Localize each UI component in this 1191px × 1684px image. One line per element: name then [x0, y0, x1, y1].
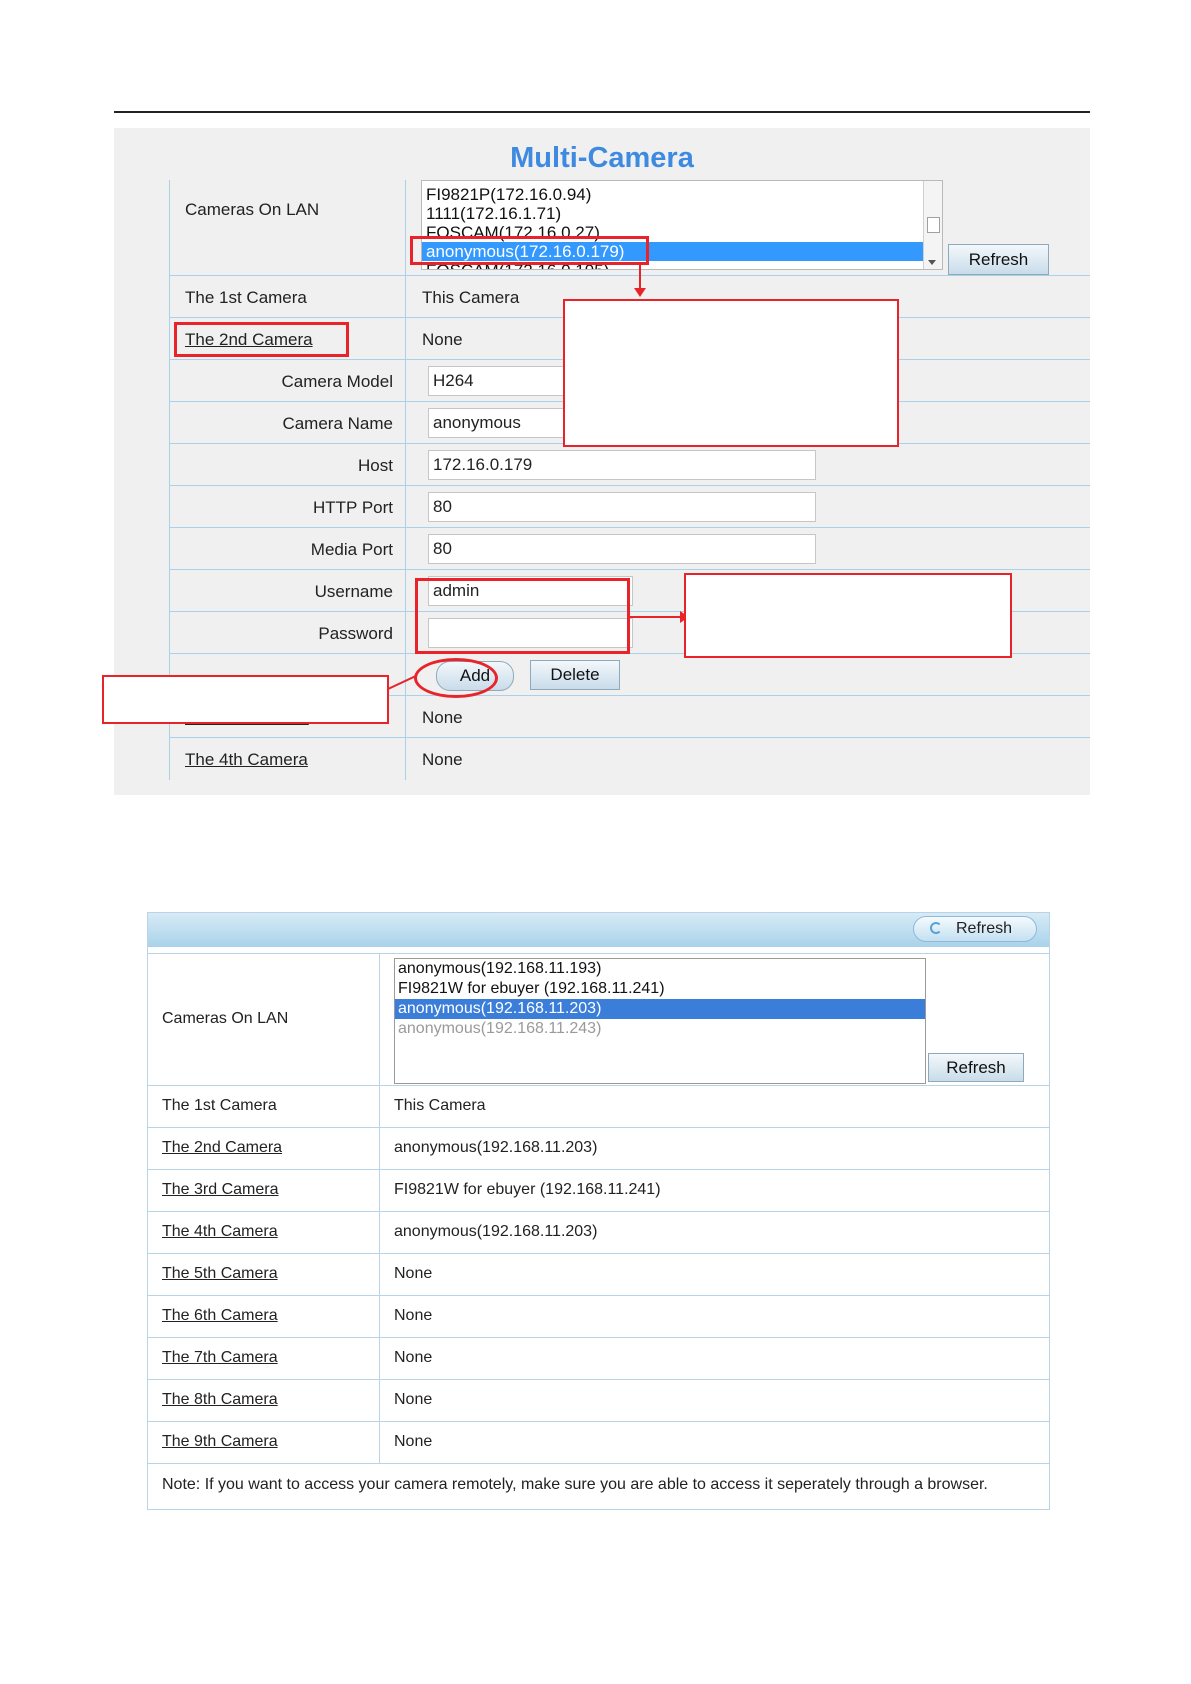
- table-row: The 3rd Camera FI9821W for ebuyer (192.16…: [148, 1170, 1049, 1212]
- page-top-rule: [114, 111, 1090, 113]
- camera-value: None: [394, 1349, 433, 1366]
- media-port-row: Media Port: [170, 528, 1090, 570]
- fourth-camera-value: None: [422, 750, 463, 769]
- camera-value: None: [394, 1391, 433, 1408]
- host-label: Host: [358, 456, 393, 475]
- refresh-button-2[interactable]: Refresh: [928, 1053, 1024, 1082]
- table-row: The 8th Camera None: [148, 1380, 1049, 1422]
- delete-button[interactable]: Delete: [530, 660, 620, 690]
- refresh-button[interactable]: Refresh: [948, 244, 1049, 275]
- camera-list-table: Cameras On LAN anonymous(192.168.11.193)…: [148, 953, 1049, 1506]
- camera-link[interactable]: The 6th Camera: [162, 1307, 278, 1325]
- media-port-input[interactable]: [428, 534, 816, 564]
- panel-header: Refresh: [148, 913, 1049, 947]
- camera-link[interactable]: The 8th Camera: [162, 1391, 278, 1409]
- first-camera-value: This Camera: [422, 288, 520, 307]
- third-camera-value: None: [422, 708, 463, 727]
- listbox-scrollbar[interactable]: [923, 181, 942, 269]
- lan-option[interactable]: 1111(172.16.1.71): [422, 204, 924, 223]
- multi-camera-result-panel: Refresh Cameras On LAN anonymous(192.168…: [147, 912, 1050, 1510]
- second-camera-highlight: [174, 322, 349, 357]
- camera-value: This Camera: [394, 1097, 486, 1114]
- username-label: Username: [314, 582, 393, 601]
- add-button-highlight: [414, 658, 498, 698]
- cameras-on-lan-label-2: Cameras On LAN: [162, 1010, 289, 1027]
- lan-option[interactable]: FI9821P(172.16.0.94): [422, 185, 924, 204]
- camera-value: None: [394, 1433, 433, 1450]
- camera-link[interactable]: The 5th Camera: [162, 1265, 278, 1283]
- callout-box-credentials: [684, 573, 1012, 658]
- http-port-input[interactable]: [428, 492, 816, 522]
- scroll-down-arrow-icon[interactable]: [928, 260, 936, 265]
- camera-value: FI9821W for ebuyer (192.168.11.241): [394, 1181, 661, 1198]
- refresh-icon: [930, 922, 942, 934]
- credentials-highlight: [415, 578, 630, 654]
- table-row: The 4th Camera anonymous(192.168.11.203): [148, 1212, 1049, 1254]
- host-input[interactable]: [428, 450, 816, 480]
- cameras-on-lan-label: Cameras On LAN: [185, 200, 320, 219]
- camera-value: None: [394, 1307, 433, 1324]
- fourth-camera-row: The 4th Camera None: [170, 738, 1090, 780]
- second-camera-value: None: [422, 330, 463, 349]
- lan-option[interactable]: anonymous(192.168.11.193): [395, 959, 925, 979]
- media-port-label: Media Port: [310, 540, 393, 559]
- camera-link[interactable]: The 9th Camera: [162, 1433, 278, 1451]
- camera-rows: The 1st Camera This Camera The 2nd Camera a…: [148, 1086, 1049, 1464]
- callout-box-camera-info: [563, 299, 899, 447]
- table-row: The 7th Camera None: [148, 1338, 1049, 1380]
- table-row: The 1st Camera This Camera: [148, 1086, 1049, 1128]
- camera-value: anonymous(192.168.11.203): [394, 1139, 598, 1156]
- first-camera-label: The 1st Camera: [185, 288, 307, 307]
- table-row: The 6th Camera None: [148, 1296, 1049, 1338]
- camera-label: The 1st Camera: [162, 1097, 277, 1114]
- host-row: Host: [170, 444, 1090, 486]
- table-row: The 9th Camera None: [148, 1422, 1049, 1464]
- note-text: Note: If you want to access your camera …: [162, 1476, 988, 1493]
- http-port-label: HTTP Port: [313, 498, 393, 517]
- refresh-top-button[interactable]: Refresh: [913, 916, 1037, 942]
- camera-link[interactable]: The 4th Camera: [162, 1223, 278, 1241]
- lan-options-2: anonymous(192.168.11.193) FI9821W for ebu…: [395, 959, 925, 1039]
- lan-option[interactable]: anonymous(192.168.11.243): [395, 1019, 925, 1039]
- http-port-row: HTTP Port: [170, 486, 1090, 528]
- lan-option[interactable]: anonymous(192.168.11.203): [395, 999, 925, 1019]
- scroll-thumb[interactable]: [927, 217, 940, 233]
- fourth-camera-link[interactable]: The 4th Camera: [185, 750, 308, 770]
- camera-link[interactable]: The 7th Camera: [162, 1349, 278, 1367]
- camera-model-label: Camera Model: [281, 372, 394, 391]
- password-label: Password: [318, 624, 393, 643]
- page-title: Multi-Camera: [510, 142, 694, 174]
- annotation-arrow-line-2: [630, 616, 682, 618]
- table-row: The 5th Camera None: [148, 1254, 1049, 1296]
- camera-value: None: [394, 1265, 433, 1282]
- lan-option[interactable]: FI9821W for ebuyer (192.168.11.241): [395, 979, 925, 999]
- camera-link[interactable]: The 3rd Camera: [162, 1181, 279, 1199]
- annotation-arrow-head-icon: [634, 288, 646, 297]
- table-row: The 2nd Camera anonymous(192.168.11.203): [148, 1128, 1049, 1170]
- camera-value: anonymous(192.168.11.203): [394, 1223, 598, 1240]
- selected-camera-highlight: [410, 236, 649, 265]
- camera-name-label: Camera Name: [282, 414, 393, 433]
- callout-box-add: [102, 675, 389, 724]
- cameras-on-lan-row-2: Cameras On LAN anonymous(192.168.11.193)…: [148, 954, 1049, 1086]
- note-row: Note: If you want to access your camera …: [148, 1464, 1049, 1506]
- camera-link[interactable]: The 2nd Camera: [162, 1139, 282, 1157]
- cameras-on-lan-listbox-2[interactable]: anonymous(192.168.11.193) FI9821W for ebu…: [394, 958, 926, 1084]
